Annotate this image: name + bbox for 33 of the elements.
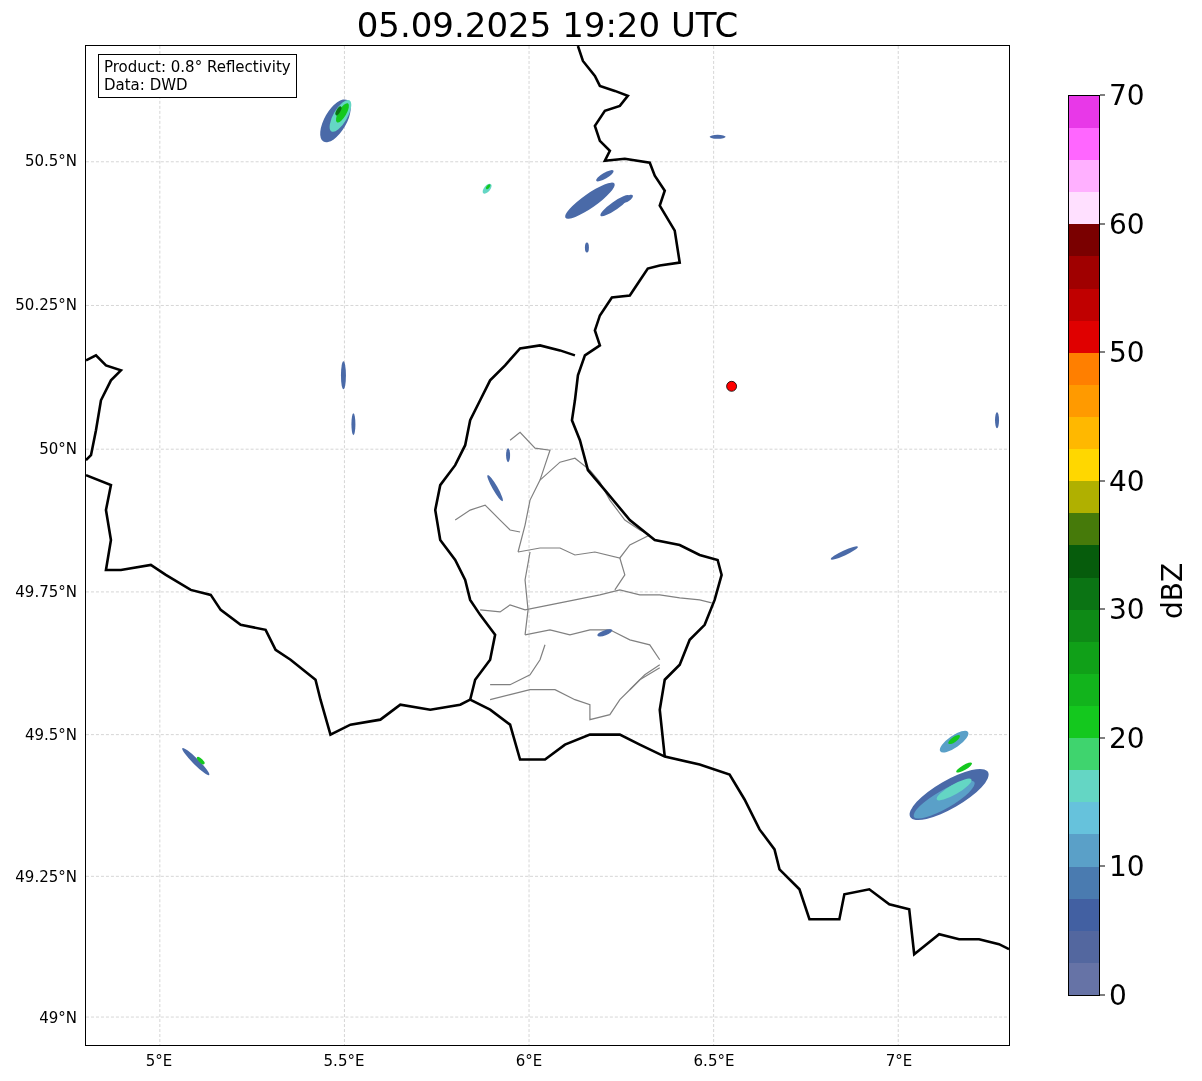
colorbar-tick-label: 30 xyxy=(1109,592,1145,626)
chart-title: 05.09.2025 19:20 UTC xyxy=(355,3,740,45)
colorbar-tick-label: 20 xyxy=(1109,721,1145,755)
colorbar-tick-label: 10 xyxy=(1109,849,1145,883)
legend-text: Product: 0.8° Reflectivity xyxy=(104,58,291,76)
radar-echo xyxy=(487,448,511,502)
axis-tick-label: 5°E xyxy=(145,1052,173,1070)
radar-echo xyxy=(597,629,613,637)
colorbar-tick-label: 60 xyxy=(1109,207,1145,241)
location-marker xyxy=(726,380,737,392)
axis-tick-label: 49.25°N xyxy=(15,868,77,886)
axis-tick-label: 49.5°N xyxy=(24,726,77,744)
axis-tick-label: 49°N xyxy=(39,1009,77,1027)
axis-tick-label: 6°E xyxy=(515,1052,543,1070)
colorbar-tick-label: 0 xyxy=(1109,978,1127,1012)
colorbar-tick-label: 70 xyxy=(1109,78,1145,112)
radar-echo xyxy=(995,412,999,429)
radar-echo xyxy=(830,546,858,560)
radar-echo xyxy=(709,134,726,139)
axis-tick-label: 49.75°N xyxy=(15,583,77,601)
axis-tick-label: 7°E xyxy=(885,1052,913,1070)
radar-echo xyxy=(182,748,210,776)
axis-tick-label: 5.5°E xyxy=(323,1052,365,1070)
colorbar-tick-label: 50 xyxy=(1109,335,1145,369)
axis-tick-label: 6.5°E xyxy=(693,1052,735,1070)
legend-text: Data: DWD xyxy=(104,76,189,94)
radar-echo xyxy=(482,183,492,194)
radar-echo xyxy=(320,99,352,143)
axis-tick-label: 50.5°N xyxy=(24,152,77,170)
colorbar-tick-label: 40 xyxy=(1109,464,1145,498)
colorbar-label: dBZ xyxy=(1155,562,1189,620)
axis-tick-label: 50.25°N xyxy=(15,296,77,314)
axis-tick-label: 50°N xyxy=(39,440,77,458)
